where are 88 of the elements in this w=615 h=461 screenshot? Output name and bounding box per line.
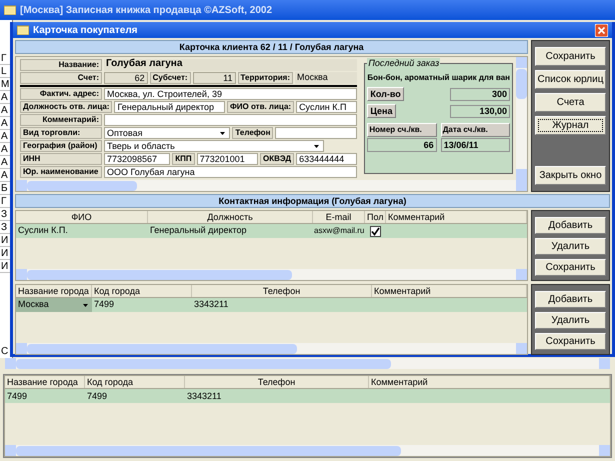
field-label: Территория: — [238, 72, 293, 84]
column-header[interactable]: Название города — [16, 285, 92, 297]
dropdown-field[interactable]: Тверь и область — [104, 140, 324, 152]
panel-button[interactable]: Удалить — [535, 238, 606, 255]
folder-icon — [4, 5, 16, 15]
table-cell-text: 7499 — [86, 390, 108, 403]
field-label: КПП — [172, 153, 195, 165]
column-header[interactable]: Телефон — [192, 285, 372, 297]
panel-button[interactable]: Сохранить — [535, 47, 606, 66]
field-label: Юр. наименование — [20, 166, 102, 178]
panel-button[interactable]: Список юрлиц — [535, 70, 606, 89]
dropdown-field[interactable]: Оптовая — [104, 127, 230, 139]
list-item[interactable]: С — [0, 345, 12, 358]
field-value: 130,00 — [450, 104, 510, 118]
field-label: Комментарий: — [20, 114, 102, 126]
field-value: 300 — [450, 88, 510, 100]
folder-icon — [17, 25, 29, 35]
column-header[interactable]: Комментарий — [369, 376, 610, 388]
window-title: [Москва] Записная книжка продавца ©AZSoft, 2002 — [20, 4, 274, 18]
panel-button[interactable]: Закрыть окно — [535, 166, 606, 185]
column-header[interactable]: Код города — [85, 376, 185, 388]
input-field[interactable] — [104, 114, 358, 126]
horizontal-scrollbar[interactable] — [5, 445, 610, 456]
table-cell-text: 7499 — [6, 390, 28, 403]
checkbox[interactable] — [370, 226, 381, 236]
panel-button[interactable]: Добавить — [535, 217, 606, 234]
product-name: Бон-бон, ароматный шарик для ван — [367, 72, 510, 84]
field-label: ИНН — [20, 153, 102, 165]
field-label: Название: — [20, 59, 102, 71]
field-label: Номер сч./кв. — [367, 123, 437, 137]
column-header[interactable]: Комментарий — [386, 211, 527, 223]
field-label: Фактич. адрес: — [20, 88, 102, 100]
column-header[interactable]: Комментарий — [372, 285, 527, 297]
input-field[interactable]: 7732098567 — [104, 153, 170, 165]
field-value: 66 — [367, 138, 437, 152]
horizontal-scrollbar[interactable] — [5, 358, 610, 369]
dialog-title: Карточка покупателя — [33, 24, 139, 38]
table-cell-text: 3343211 — [186, 390, 222, 403]
table-cell: asxw@mail.ru — [313, 225, 365, 237]
column-header[interactable]: ФИО — [16, 211, 148, 223]
field-value: 11 — [192, 72, 236, 84]
vertical-scrollbar[interactable] — [516, 57, 527, 180]
input-field[interactable]: 773201001 — [196, 153, 258, 165]
section-header: Карточка клиента 62 / 11 / Голубая лагуна — [15, 40, 528, 54]
table-cell-text: 3343211 — [193, 298, 230, 312]
input-field[interactable]: Генеральный директор — [114, 101, 225, 113]
panel-button[interactable]: Счета — [535, 93, 606, 112]
field-value: Голубая лагуна — [104, 59, 358, 71]
field-label: Дата сч./кв. — [440, 123, 510, 137]
column-header[interactable]: Пол — [365, 211, 386, 223]
field-label: Вид торговли: — [20, 127, 102, 139]
table-cell-text: Генеральный директор — [149, 224, 248, 238]
field-label: Кол-во — [367, 87, 404, 101]
panel-button[interactable]: Сохранить — [535, 333, 606, 350]
column-header[interactable]: Должность — [148, 211, 313, 223]
table-cell-text: 7499 — [93, 298, 116, 312]
panel-button[interactable]: Сохранить — [535, 259, 606, 276]
panel-button[interactable]: Удалить — [535, 312, 606, 329]
field-label: ФИО отв. лица: — [226, 101, 294, 113]
column-header[interactable]: E-mail — [313, 211, 365, 223]
input-field[interactable]: Москва, ул. Строителей, 39 — [104, 88, 358, 100]
field-label: Цена — [367, 104, 396, 118]
field-value: 13/06/11 — [440, 138, 510, 152]
field-label: Должность отв. лица: — [20, 101, 112, 113]
input-field[interactable]: 633444444 — [296, 153, 358, 165]
horizontal-scrollbar[interactable] — [16, 180, 527, 191]
input-field[interactable]: Суслин К.П — [296, 101, 358, 113]
input-field[interactable] — [275, 127, 358, 139]
close-icon[interactable] — [595, 24, 608, 36]
field-label: География (район) — [20, 140, 102, 152]
panel-button[interactable]: Добавить — [535, 291, 606, 308]
dropdown-field[interactable]: Москва — [16, 298, 92, 312]
field-label: Счет: — [20, 72, 102, 84]
column-header[interactable]: Телефон — [185, 376, 369, 388]
field-value: 62 — [104, 72, 148, 84]
table-cell-text: Суслин К.П. — [17, 224, 69, 238]
horizontal-scrollbar[interactable] — [16, 269, 527, 280]
input-field[interactable]: ООО Голубая лагуна — [104, 166, 358, 178]
column-header[interactable]: Код города — [92, 285, 192, 297]
column-header[interactable]: Название города — [5, 376, 85, 388]
field-value: Москва — [294, 72, 358, 84]
horizontal-scrollbar[interactable] — [16, 343, 527, 354]
field-label: Субсчет: — [150, 72, 191, 84]
section-header: Контактная информация (Голубая лагуна) — [15, 194, 610, 208]
panel-button[interactable]: Журнал — [535, 116, 606, 135]
field-label: ОКВЭД — [260, 153, 294, 165]
field-label: Телефон — [232, 127, 274, 139]
group-title: Последний заказ — [367, 58, 440, 69]
